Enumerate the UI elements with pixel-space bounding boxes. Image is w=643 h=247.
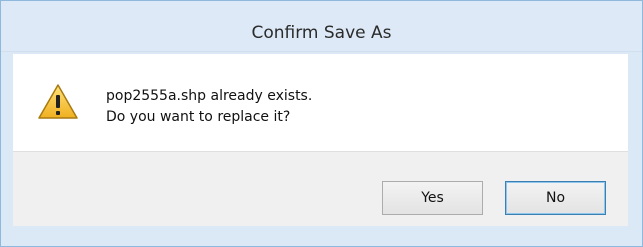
dialog-message: pop2555a.shp already exists. Do you want… xyxy=(106,86,312,128)
dialog-content: pop2555a.shp already exists. Do you want… xyxy=(13,54,628,151)
dialog-button-bar: Yes No xyxy=(13,151,628,226)
message-line-1: pop2555a.shp already exists. xyxy=(106,88,313,104)
confirm-save-as-dialog: Confirm Save As pop2555a.shp already exi… xyxy=(0,0,643,247)
message-line-2: Do you want to replace it? xyxy=(106,109,291,125)
dialog-title: Confirm Save As xyxy=(251,23,392,43)
no-button[interactable]: No xyxy=(505,181,606,215)
dialog-titlebar[interactable]: Confirm Save As xyxy=(1,1,642,52)
yes-button[interactable]: Yes xyxy=(382,181,483,215)
warning-icon xyxy=(37,83,79,120)
